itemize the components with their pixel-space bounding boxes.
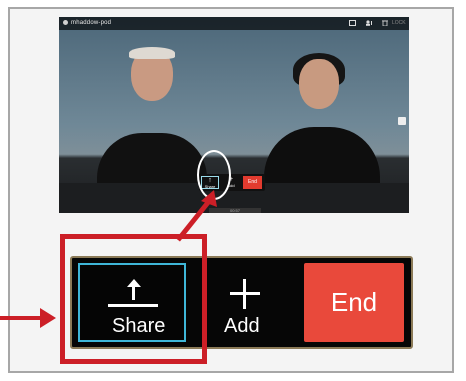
external-pointer-head [40,308,56,328]
add-button[interactable]: Add [200,263,292,342]
share-highlight-box [60,234,207,364]
end-call-button[interactable]: End [304,263,404,342]
add-label: Add [224,315,260,337]
external-pointer-shaft [0,316,44,320]
plus-icon [230,279,260,309]
